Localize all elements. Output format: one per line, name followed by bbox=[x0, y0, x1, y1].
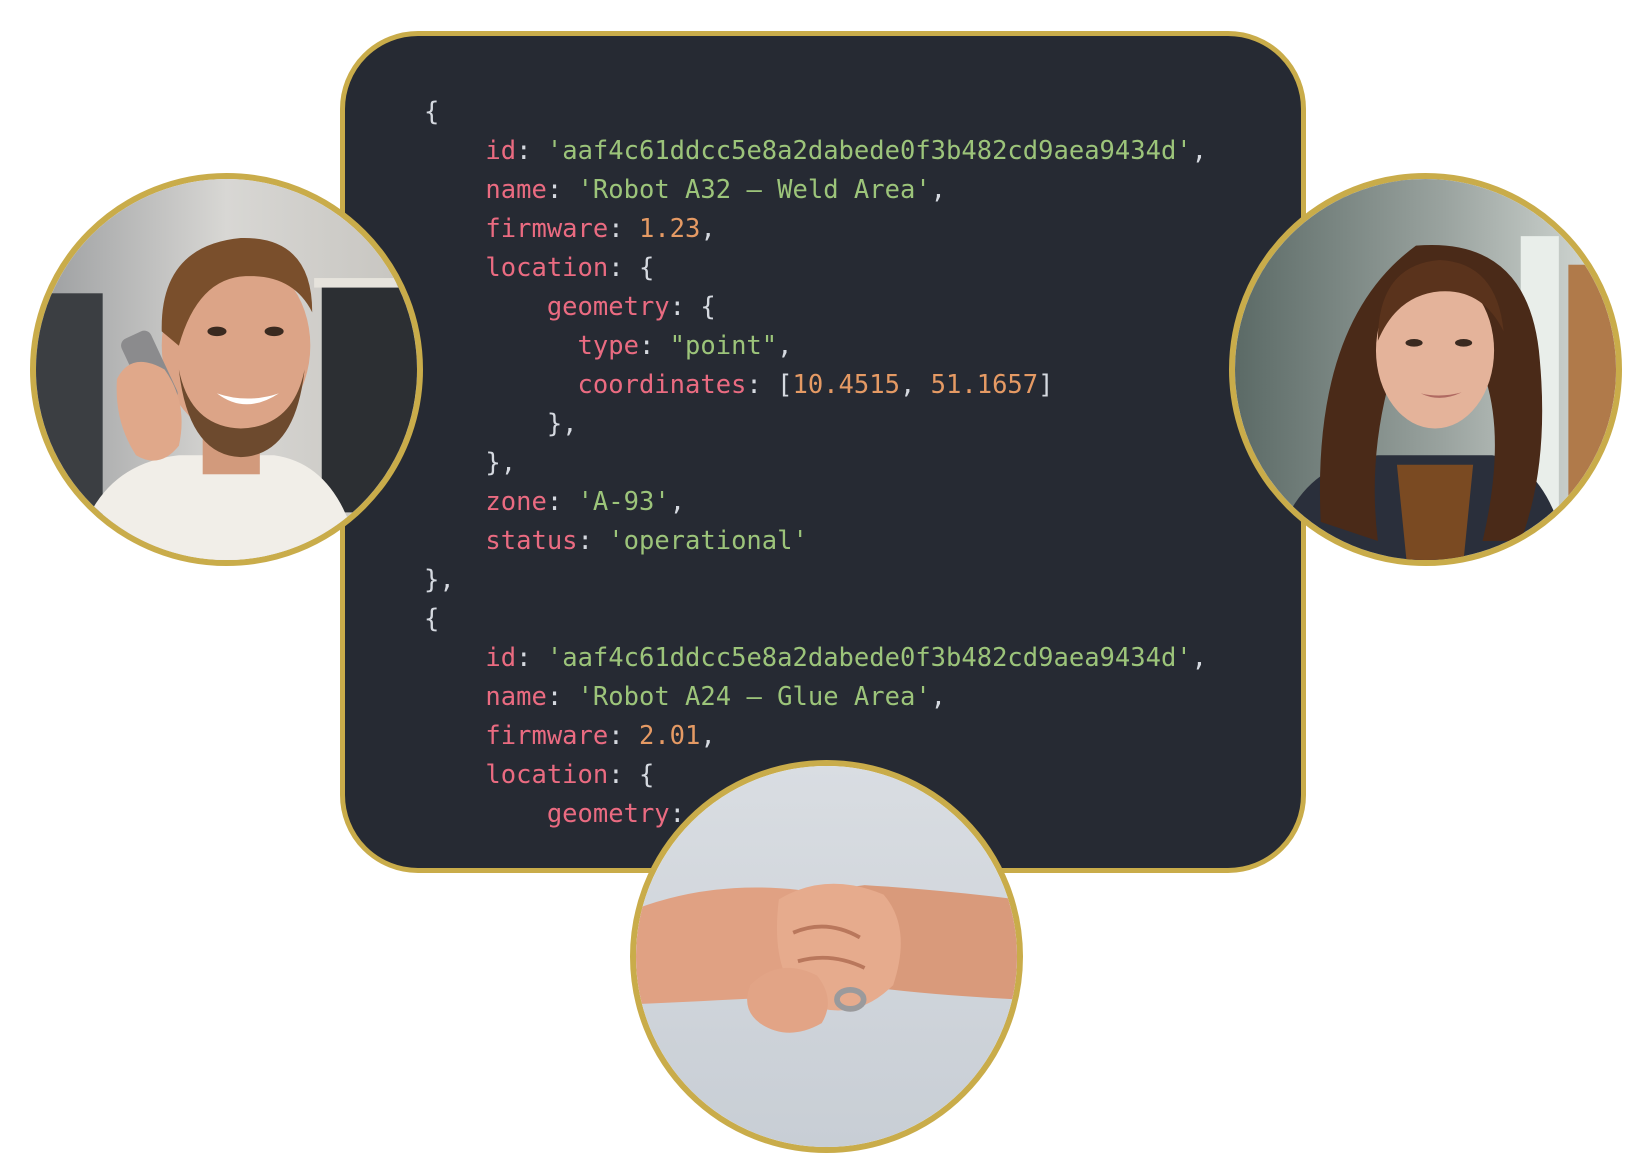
code-token-key: id bbox=[485, 643, 517, 673]
code-token-punc: }, bbox=[424, 565, 455, 595]
code-token-punc: : bbox=[608, 214, 639, 244]
code-line: firmware: 2.01, bbox=[424, 717, 1207, 756]
code-token-num: 51.1657 bbox=[930, 370, 1039, 400]
code-token-punc: : bbox=[546, 682, 578, 712]
code-token-key: firmware bbox=[485, 214, 609, 244]
code-line: }, bbox=[424, 405, 1207, 444]
code-token-key: firmware bbox=[485, 721, 609, 751]
code-line: id: 'aaf4c61ddcc5e8a2dabede0f3b482cd9aea… bbox=[424, 639, 1207, 678]
code-token-str: 'operational' bbox=[608, 526, 808, 556]
code-token-punc bbox=[424, 487, 485, 517]
code-token-str: "point" bbox=[669, 331, 778, 361]
code-token-punc bbox=[424, 721, 485, 751]
code-token-punc bbox=[424, 214, 485, 244]
code-token-str: 'A-93' bbox=[577, 487, 670, 517]
code-token-key: name bbox=[485, 682, 547, 712]
code-token-punc bbox=[424, 526, 485, 556]
code-token-punc: : bbox=[546, 487, 578, 517]
code-token-key: geometry bbox=[546, 292, 670, 322]
woman-portrait-illustration bbox=[1235, 179, 1616, 560]
code-token-punc: ] bbox=[1038, 370, 1054, 400]
code-line: { bbox=[424, 600, 1207, 639]
code-line: status: 'operational' bbox=[424, 522, 1207, 561]
code-token-str: 'Robot A24 – Glue Area' bbox=[577, 682, 931, 712]
photo-handshake bbox=[630, 760, 1023, 1153]
code-token-punc: { bbox=[424, 604, 440, 634]
code-token-punc: : bbox=[577, 526, 609, 556]
code-token-num: 1.23 bbox=[638, 214, 701, 244]
code-token-key: coordinates bbox=[577, 370, 747, 400]
code-token-str: 'Robot A32 – Weld Area' bbox=[577, 175, 931, 205]
code-token-key: name bbox=[485, 175, 547, 205]
code-line: geometry: { bbox=[424, 288, 1207, 327]
code-token-num: 2.01 bbox=[638, 721, 701, 751]
code-line: name: 'Robot A24 – Glue Area', bbox=[424, 678, 1207, 717]
code-line: name: 'Robot A32 – Weld Area', bbox=[424, 171, 1207, 210]
code-token-punc bbox=[424, 799, 547, 829]
code-token-punc: , bbox=[930, 682, 947, 712]
code-token-num: 10.4515 bbox=[792, 370, 900, 400]
photo-woman-portrait bbox=[1229, 173, 1622, 566]
code-token-punc: : bbox=[608, 721, 639, 751]
code-token-str: 'aaf4c61ddcc5e8a2dabede0f3b482cd9aea9434… bbox=[546, 136, 1192, 166]
code-token-punc: }, bbox=[424, 448, 517, 478]
code-line: firmware: 1.23, bbox=[424, 210, 1207, 249]
handshake-illustration bbox=[636, 766, 1017, 1147]
code-token-punc: , bbox=[1191, 136, 1208, 166]
code-token-punc: : bbox=[546, 175, 578, 205]
code-line: zone: 'A-93', bbox=[424, 483, 1207, 522]
code-token-punc: , bbox=[1191, 643, 1208, 673]
code-token-punc bbox=[424, 175, 485, 205]
code-line: type: "point", bbox=[424, 327, 1207, 366]
man-on-phone-illustration bbox=[36, 179, 417, 560]
code-token-punc bbox=[424, 370, 578, 400]
code-line: location: { bbox=[424, 249, 1207, 288]
code-line: { bbox=[424, 93, 1207, 132]
code-card: { id: 'aaf4c61ddcc5e8a2dabede0f3b482cd9a… bbox=[340, 31, 1306, 873]
code-token-punc bbox=[424, 292, 547, 322]
code-token-key: zone bbox=[485, 487, 547, 517]
code-token-key: type bbox=[577, 331, 639, 361]
code-token-punc: : [ bbox=[746, 370, 793, 400]
code-line: }, bbox=[424, 444, 1207, 483]
code-token-punc: , bbox=[899, 370, 931, 400]
code-line: coordinates: [10.4515, 51.1657] bbox=[424, 366, 1207, 405]
photo-man-on-phone bbox=[30, 173, 423, 566]
code-token-punc: , bbox=[700, 721, 716, 751]
code-token-punc bbox=[424, 760, 485, 790]
code-token-punc: , bbox=[669, 487, 686, 517]
code-token-punc: : bbox=[516, 136, 547, 166]
code-token-punc: { bbox=[424, 97, 440, 127]
code-token-str: 'aaf4c61ddcc5e8a2dabede0f3b482cd9aea9434… bbox=[546, 643, 1192, 673]
code-token-punc bbox=[424, 253, 485, 283]
code-token-key: location bbox=[485, 253, 609, 283]
code-token-punc: : { bbox=[608, 253, 655, 283]
code-token-punc: , bbox=[700, 214, 716, 244]
code-token-key: location bbox=[485, 760, 609, 790]
code-token-punc bbox=[424, 682, 485, 712]
code-token-punc: : bbox=[516, 643, 547, 673]
code-token-punc bbox=[424, 136, 485, 166]
code-token-key: id bbox=[485, 136, 517, 166]
code-token-key: status bbox=[485, 526, 578, 556]
code-line: id: 'aaf4c61ddcc5e8a2dabede0f3b482cd9aea… bbox=[424, 132, 1207, 171]
code-token-punc: : bbox=[638, 331, 670, 361]
code-line: }, bbox=[424, 561, 1207, 600]
code-token-punc: , bbox=[930, 175, 947, 205]
code-token-punc: : { bbox=[608, 760, 655, 790]
code-token-punc bbox=[424, 331, 578, 361]
code-token-punc: , bbox=[777, 331, 793, 361]
code-token-punc bbox=[424, 643, 485, 673]
code-token-key: geometry bbox=[546, 799, 670, 829]
code-token-punc: }, bbox=[424, 409, 578, 439]
code-token-punc: : { bbox=[669, 292, 716, 322]
code-block: { id: 'aaf4c61ddcc5e8a2dabede0f3b482cd9a… bbox=[424, 93, 1207, 834]
